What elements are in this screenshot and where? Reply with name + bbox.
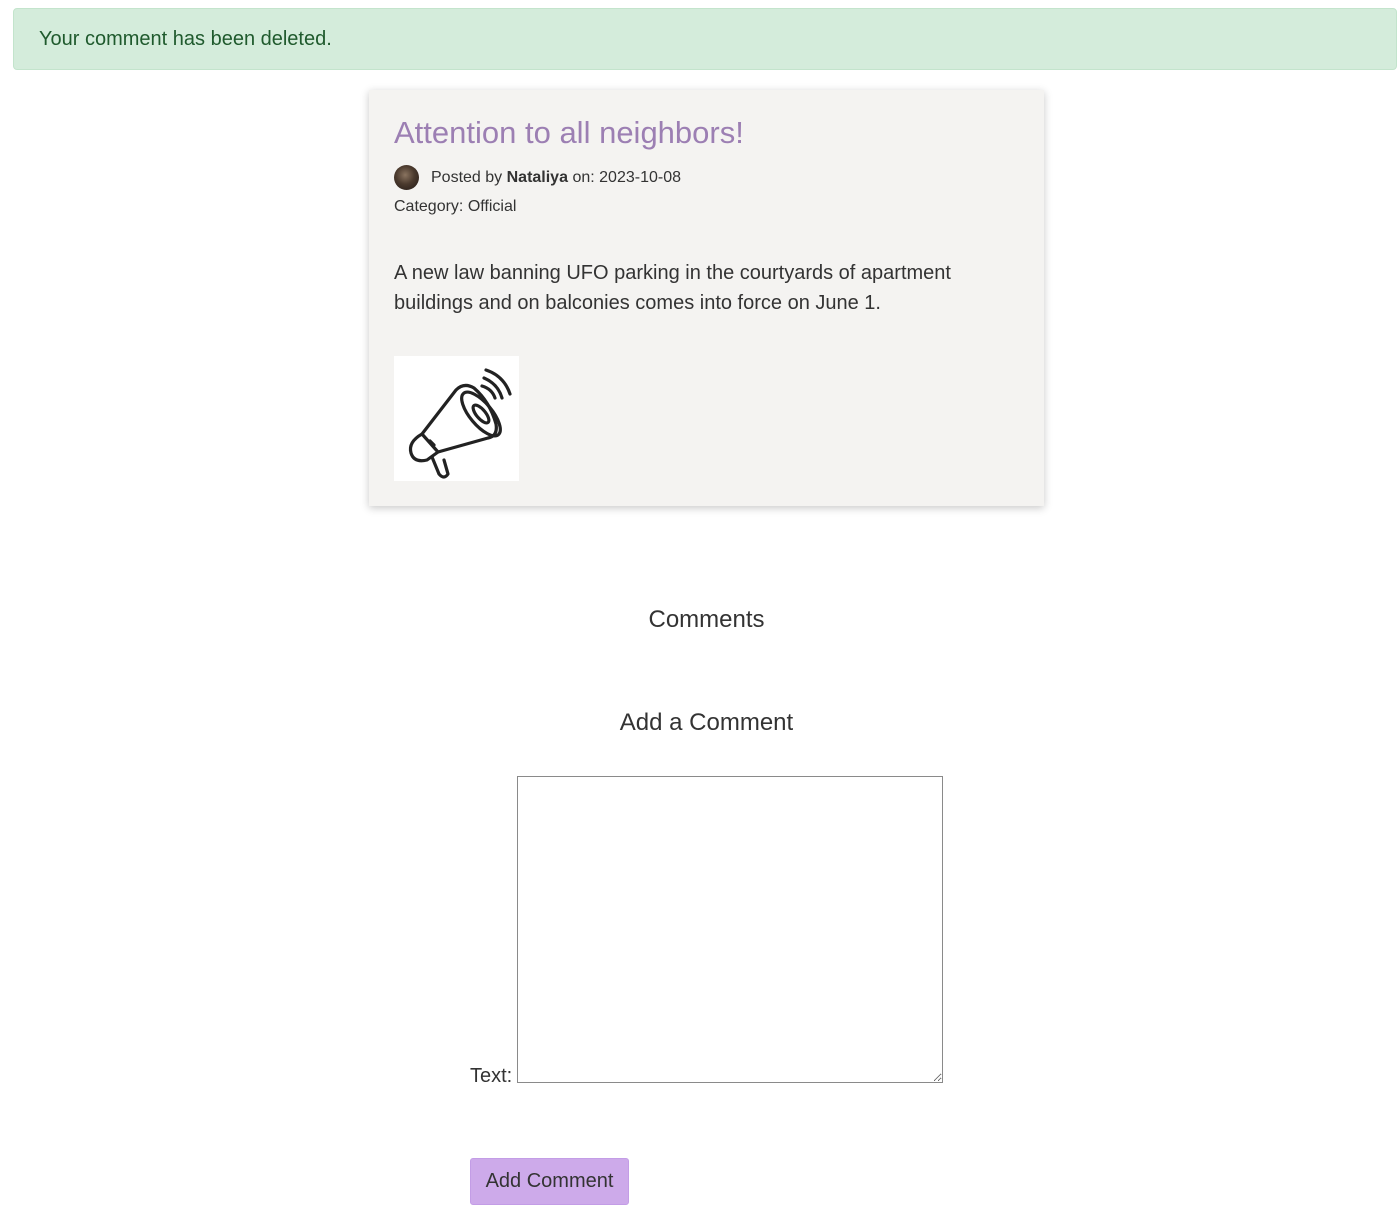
megaphone-icon [408,368,512,479]
success-alert: Your comment has been deleted. [13,8,1397,70]
comments-heading: Comments [648,606,765,633]
author-avatar [394,165,419,190]
add-comment-button[interactable]: Add Comment [470,1158,629,1205]
post-body: A new law banning UFO parking in the cou… [394,262,951,314]
category-label: Category: [394,198,464,215]
post-date: 2023-10-08 [599,168,681,186]
add-comment-heading: Add a Comment [619,709,794,736]
posted-by-prefix: Posted by [431,168,503,186]
post-meta: Posted by Nataliya on: 2023-10-08 [394,165,681,190]
date-prefix: on: [572,168,595,186]
post-detail-page: Your comment has been deleted. Attention… [0,0,1398,1218]
post-image [394,356,519,481]
comment-text-input[interactable] [517,776,943,1083]
text-field-label: Text: [470,1065,513,1087]
post-author: Nataliya [506,168,568,186]
post-category: Category: Official [394,197,516,217]
post-card: Attention to all neighbors! Posted by Na… [369,90,1044,506]
post-title: Attention to all neighbors! [394,115,744,150]
alert-message: Your comment has been deleted. [39,28,332,50]
category-value: Official [467,198,517,215]
